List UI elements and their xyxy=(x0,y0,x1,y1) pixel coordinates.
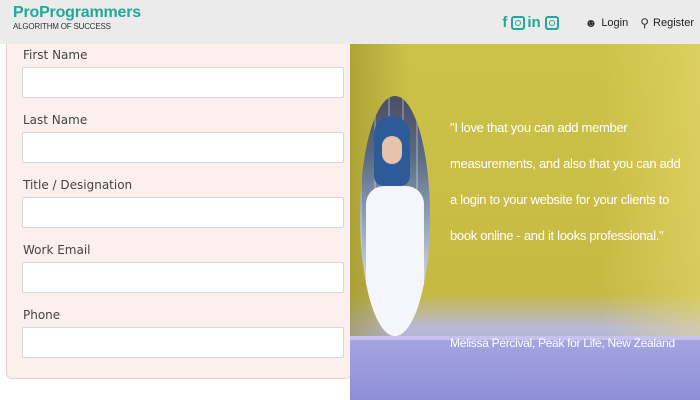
brand-tagline: ALGORITHM OF SUCCESS xyxy=(13,22,111,31)
first-name-input[interactable] xyxy=(22,67,344,98)
avatar-body xyxy=(366,186,424,336)
last-name-label: Last Name xyxy=(23,113,88,127)
register-link[interactable]: ⚲ Register xyxy=(640,16,694,30)
login-link[interactable]: ☻ Login xyxy=(585,16,629,30)
brand-name: ProProgrammers xyxy=(13,4,141,21)
last-name-input[interactable] xyxy=(22,132,344,163)
title-designation-label: Title / Designation xyxy=(23,178,133,192)
title-designation-input[interactable] xyxy=(22,197,344,228)
testimonial-panel: "I love that you can add member measurem… xyxy=(350,44,700,400)
register-label: Register xyxy=(653,17,694,29)
top-header: ProProgrammers ALGORITHM OF SUCCESS f in… xyxy=(0,0,700,44)
linkedin-icon[interactable]: in xyxy=(527,15,540,31)
phone-input[interactable] xyxy=(22,327,344,358)
phone-label: Phone xyxy=(23,308,61,322)
brand-logo[interactable]: ProProgrammers ALGORITHM OF SUCCESS xyxy=(13,4,141,32)
work-email-label: Work Email xyxy=(23,243,91,257)
signup-form: First Name Last Name Title / Designation… xyxy=(6,44,352,379)
header-actions: f in ☻ Login ⚲ Register xyxy=(502,14,694,32)
user-group-icon: ☻ xyxy=(584,16,598,30)
testimonial-avatar xyxy=(360,96,430,336)
lock-icon: ⚲ xyxy=(640,16,650,30)
avatar-face xyxy=(382,136,402,164)
whatsapp-icon[interactable] xyxy=(544,16,559,30)
login-label: Login xyxy=(601,17,629,29)
facebook-icon[interactable]: f xyxy=(502,15,507,31)
testimonial-author: Melissa Percival, Peak for Life, New Zea… xyxy=(450,336,675,350)
testimonial-quote: "I love that you can add member measurem… xyxy=(450,120,681,243)
first-name-label: First Name xyxy=(23,48,88,62)
work-email-input[interactable] xyxy=(22,262,344,293)
instagram-icon[interactable] xyxy=(511,16,526,30)
social-links: f in xyxy=(502,15,560,31)
